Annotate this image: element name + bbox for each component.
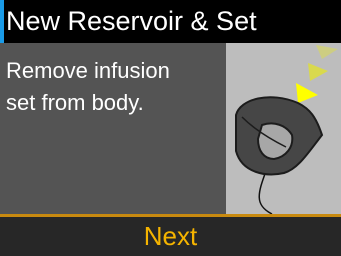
next-button[interactable]: Next (144, 220, 197, 252)
instruction-line-1: Remove infusion (6, 58, 170, 83)
motion-arrows-icon (296, 45, 338, 103)
softkey-bar: Next (0, 217, 341, 256)
instruction-line-2: set from body. (6, 90, 144, 115)
instruction-text: Remove infusion set from body. (6, 55, 218, 119)
infusion-set-removal-icon (226, 43, 341, 215)
screen-title: New Reservoir & Set (6, 6, 257, 36)
instruction-panel: Remove infusion set from body. (0, 43, 341, 215)
header-accent-bar (0, 0, 4, 43)
pump-screen: New Reservoir & Set Remove infusion set … (0, 0, 341, 256)
screen-header: New Reservoir & Set (0, 0, 341, 43)
